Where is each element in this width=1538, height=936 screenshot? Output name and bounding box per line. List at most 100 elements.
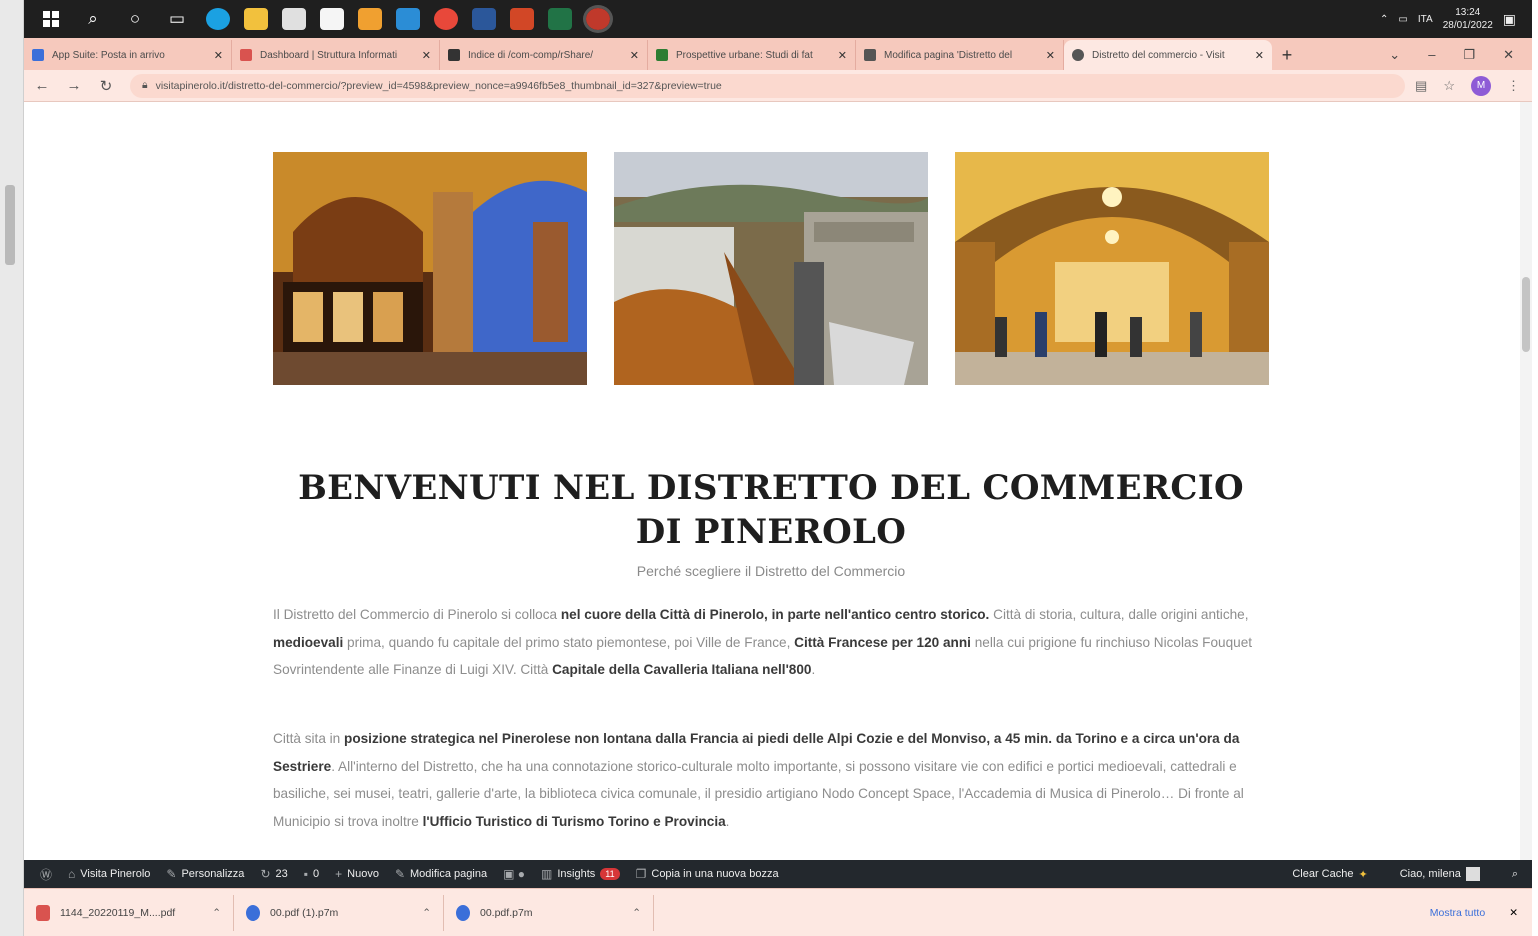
chevron-up-icon[interactable]: ⌃: [212, 907, 221, 919]
chrome-icon[interactable]: [434, 8, 458, 30]
excel-icon[interactable]: [548, 8, 572, 30]
plus-icon: +: [335, 867, 343, 881]
text-run: .: [811, 662, 816, 677]
clock-date: 28/01/2022: [1442, 20, 1493, 31]
lock-icon[interactable]: 🔒︎: [142, 79, 148, 92]
close-icon[interactable]: ✕: [422, 49, 431, 62]
bold-run: nel cuore della Città di Pinerolo, in pa…: [560, 607, 990, 622]
p7m-file-icon: [246, 904, 260, 921]
close-icon[interactable]: ✕: [630, 49, 639, 62]
photos-icon[interactable]: [396, 8, 420, 30]
page-viewport: BENVENUTI NEL DISTRETTO DEL COMMERCIO DI…: [24, 102, 1520, 860]
notification-icon[interactable]: ▣: [1503, 11, 1516, 28]
tab-index[interactable]: Indice di /com-comp/rShare/ ✕: [440, 40, 648, 70]
network-icon[interactable]: ▭: [1398, 14, 1407, 25]
bold-run: l'Ufficio Turistico di Turismo Torino e …: [422, 813, 726, 829]
photo-vista-mercato[interactable]: [614, 152, 928, 385]
copy-draft-link[interactable]: ❐ Copia in una nuova bozza: [636, 867, 779, 881]
word-icon[interactable]: [472, 8, 496, 30]
customize-label: Personalizza: [181, 868, 245, 880]
chevron-up-icon[interactable]: ⌃: [1380, 14, 1388, 25]
github-favicon-icon: [448, 49, 460, 61]
tab-distretto-active[interactable]: Distretto del commercio - Visit ✕: [1064, 40, 1272, 70]
toolbar-actions: ▤ ☆ M ⋮: [1415, 75, 1532, 96]
customize-link[interactable]: ✎ Personalizza: [166, 867, 244, 881]
visit-site-label: Visita Pinerolo: [80, 868, 151, 880]
reload-icon[interactable]: ↻: [92, 77, 120, 95]
store-icon[interactable]: [282, 8, 306, 30]
left-window-edge: [0, 0, 24, 936]
visit-site-link[interactable]: ⌂ Visita Pinerolo: [68, 867, 150, 881]
comment-icon: ▪: [303, 867, 309, 881]
close-icon[interactable]: ✕: [1255, 49, 1264, 62]
tab-dashboard[interactable]: Dashboard | Struttura Informati ✕: [232, 40, 440, 70]
tab-label: Prospettive urbane: Studi di fat: [676, 49, 813, 61]
back-arrow-icon[interactable]: ←: [28, 77, 56, 94]
download-item[interactable]: 00.pdf.p7m ⌃: [444, 894, 654, 931]
windows-start-icon[interactable]: [36, 4, 66, 34]
search-icon[interactable]: ⌕: [1512, 868, 1518, 881]
admin-bar-right: Clear Cache ✦ Ciao, milena ⌕: [1276, 867, 1532, 881]
tab-search-icon[interactable]: ⌄: [1389, 40, 1400, 70]
tab-prospettive[interactable]: Prospettive urbane: Studi di fat ✕: [648, 40, 856, 70]
mail-icon[interactable]: [320, 8, 344, 30]
restore-icon[interactable]: ❐: [1463, 40, 1475, 70]
download-name: 1144_20220119_M....pdf: [60, 906, 176, 919]
user-account-link[interactable]: Ciao, milena: [1400, 867, 1480, 881]
close-icon[interactable]: ✕: [1046, 49, 1055, 62]
image-gallery: [273, 152, 1269, 385]
updates-count: 23: [275, 868, 288, 880]
close-icon[interactable]: ✕: [214, 49, 223, 62]
show-all-link[interactable]: Mostra tutto: [1430, 907, 1485, 919]
plugin-icon-link[interactable]: ▣ ●: [503, 867, 525, 881]
updates-link[interactable]: ↻ 23: [260, 867, 287, 881]
intro-paragraph: Il Distretto del Commercio di Pinerolo s…: [273, 601, 1269, 684]
powerpoint-icon[interactable]: [510, 8, 534, 30]
language-indicator[interactable]: ITA: [1418, 14, 1433, 25]
clock-time: 13:24: [1455, 7, 1481, 18]
forward-arrow-icon[interactable]: →: [60, 77, 88, 94]
bold-run: Città Francese per 120 anni: [794, 634, 971, 650]
url-input[interactable]: 🔒︎ visitapinerolo.it/distretto-del-comme…: [130, 73, 1406, 98]
new-tab-button[interactable]: +: [1272, 40, 1302, 70]
cortana-icon[interactable]: ○: [120, 4, 150, 34]
chevron-up-icon[interactable]: ⌃: [632, 907, 641, 919]
insights-link[interactable]: ▥ Insights 11: [541, 867, 620, 881]
tab-mail[interactable]: App Suite: Posta in arrivo ✕: [24, 40, 232, 70]
new-content-link[interactable]: + Nuovo: [335, 867, 379, 881]
tab-edit-page[interactable]: Modifica pagina 'Distretto del ✕: [856, 40, 1064, 70]
comments-link[interactable]: ▪ 0: [304, 867, 319, 881]
new-label: Nuovo: [347, 868, 379, 880]
scroll-thumb[interactable]: [1522, 277, 1530, 352]
broom-icon: ✦: [1358, 868, 1368, 881]
chevron-up-icon[interactable]: ⌃: [422, 907, 431, 919]
reading-list-icon[interactable]: ▤: [1415, 78, 1427, 94]
search-icon[interactable]: ⌕: [78, 4, 108, 34]
edge-icon[interactable]: [206, 8, 230, 30]
wordpress-favicon-icon: [864, 49, 876, 61]
left-scroll-thumb[interactable]: [5, 185, 15, 265]
chrome-active-icon[interactable]: [583, 5, 613, 33]
close-icon[interactable]: ✕: [838, 49, 847, 62]
menu-dots-icon[interactable]: ⋮: [1507, 78, 1520, 94]
close-window-icon[interactable]: ✕: [1503, 40, 1514, 70]
dashboard-favicon-icon: [240, 49, 252, 61]
photo-portici-caffe[interactable]: [273, 152, 587, 385]
file-explorer-icon[interactable]: [244, 8, 268, 30]
minimize-icon[interactable]: –: [1428, 40, 1435, 70]
photo-portici-illuminati[interactable]: [955, 152, 1269, 385]
star-icon[interactable]: ☆: [1443, 78, 1455, 94]
media-icon[interactable]: [358, 8, 382, 30]
edit-page-link[interactable]: ✎ Modifica pagina: [395, 867, 487, 881]
edit-label: Modifica pagina: [410, 868, 488, 880]
close-icon[interactable]: ✕: [1509, 907, 1518, 919]
clear-cache-link[interactable]: Clear Cache ✦: [1292, 868, 1367, 881]
page-scrollbar[interactable]: [1520, 102, 1532, 860]
x-favicon-icon: [656, 49, 668, 61]
clock[interactable]: 13:24 28/01/2022: [1443, 6, 1493, 32]
download-item[interactable]: 00.pdf (1).p7m ⌃: [234, 894, 444, 931]
wordpress-logo-icon[interactable]: Ⓦ: [40, 866, 52, 883]
profile-avatar[interactable]: M: [1471, 75, 1491, 96]
task-view-icon[interactable]: ▭: [162, 4, 192, 34]
download-item[interactable]: 1144_20220119_M....pdf ⌃: [24, 894, 234, 931]
